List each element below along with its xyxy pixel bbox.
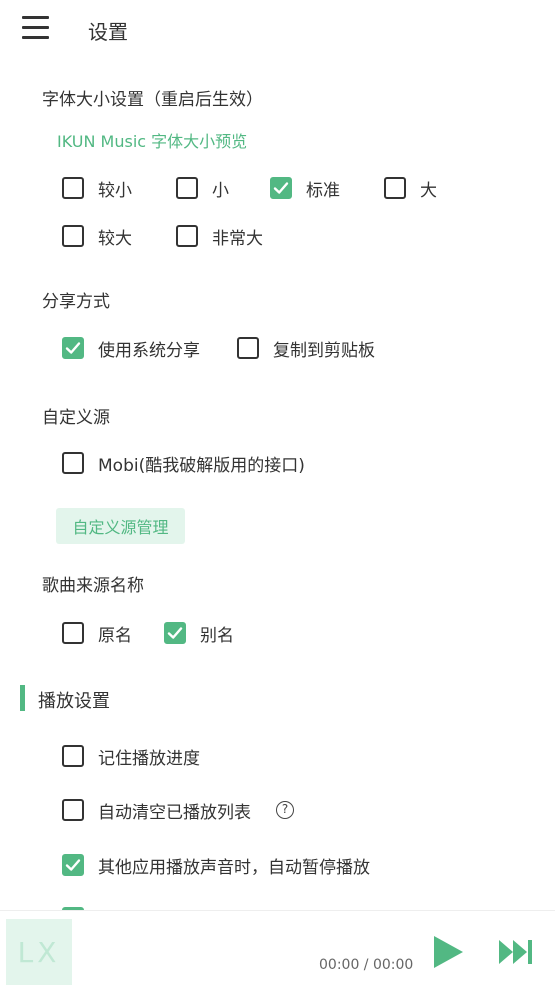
song-source-option-original[interactable]: 原名 (62, 618, 132, 648)
share-option-system[interactable]: 使用系统分享 (62, 333, 200, 363)
play-icon[interactable] (430, 933, 466, 971)
font-size-option-small[interactable]: 小 (176, 173, 229, 203)
checkbox-unchecked-icon (62, 745, 84, 767)
custom-source-section-label: 自定义源 (42, 408, 110, 428)
font-size-option-smaller[interactable]: 较小 (62, 173, 132, 203)
checkbox-label: 大 (420, 180, 437, 201)
checkbox-label: 小 (212, 180, 229, 201)
font-size-preview-text: IKUN Music 字体大小预览 (57, 132, 248, 151)
custom-source-manage-button[interactable]: 自定义源管理 (56, 508, 185, 544)
share-section-label: 分享方式 (42, 292, 110, 312)
checkbox-checked-icon (62, 854, 84, 876)
playback-option-auto-pause[interactable]: 其他应用播放声音时，自动暂停播放 (62, 850, 370, 880)
checkbox-unchecked-icon (62, 452, 84, 474)
checkbox-label: 记住播放进度 (98, 748, 200, 769)
playback-option-auto-clear-played[interactable]: 自动清空已播放列表 (62, 795, 251, 825)
checkbox-label: Mobi(酷我破解版用的接口) (98, 455, 305, 476)
checkbox-label: 非常大 (212, 228, 263, 249)
checkbox-unchecked-icon (62, 622, 84, 644)
checkbox-label: 复制到剪贴板 (273, 340, 375, 361)
page-title: 设置 (88, 20, 128, 44)
checkbox-label: 较小 (98, 180, 132, 201)
playback-group-title: 播放设置 (38, 691, 110, 712)
next-track-icon[interactable] (497, 937, 535, 967)
checkbox-checked-icon (62, 337, 84, 359)
checkbox-unchecked-icon (237, 337, 259, 359)
playback-option-remember-progress[interactable]: 记住播放进度 (62, 741, 200, 771)
settings-content[interactable]: 字体大小设置（重启后生效） IKUN Music 字体大小预览 较小 小 标准 … (0, 58, 555, 910)
font-size-option-standard[interactable]: 标准 (270, 173, 340, 203)
checkbox-unchecked-icon (176, 225, 198, 247)
checkbox-label: 使用系统分享 (98, 340, 200, 361)
checkbox-unchecked-icon (62, 177, 84, 199)
playback-group-marker (20, 685, 25, 711)
share-option-clipboard[interactable]: 复制到剪贴板 (237, 333, 375, 363)
checkbox-label: 原名 (98, 625, 132, 646)
checkbox-unchecked-icon (62, 225, 84, 247)
song-source-option-alias[interactable]: 别名 (164, 618, 234, 648)
checkbox-unchecked-icon (62, 799, 84, 821)
app-header: 设置 (0, 0, 555, 58)
checkbox-label: 其他应用播放声音时，自动暂停播放 (98, 857, 370, 878)
checkbox-unchecked-icon (384, 177, 406, 199)
playback-option-partial[interactable] (62, 903, 98, 910)
font-size-option-large[interactable]: 大 (384, 173, 437, 203)
menu-icon[interactable] (22, 16, 50, 40)
font-size-section-label: 字体大小设置（重启后生效） (42, 90, 263, 110)
checkbox-unchecked-icon (176, 177, 198, 199)
checkbox-checked-icon (270, 177, 292, 199)
font-size-option-very-large[interactable]: 非常大 (176, 221, 263, 251)
checkbox-label: 别名 (200, 625, 234, 646)
font-size-option-larger[interactable]: 较大 (62, 221, 132, 251)
checkbox-checked-icon (164, 622, 186, 644)
song-source-name-section-label: 歌曲来源名称 (42, 576, 144, 596)
help-icon[interactable]: ? (276, 801, 294, 819)
checkbox-label: 标准 (306, 180, 340, 201)
checkbox-label: 自动清空已播放列表 (98, 802, 251, 823)
checkbox-label: 较大 (98, 228, 132, 249)
playback-time: 00:00 / 00:00 (319, 957, 414, 973)
custom-source-option-mobi[interactable]: Mobi(酷我破解版用的接口) (62, 448, 305, 478)
album-cover[interactable]: LX (6, 919, 72, 985)
player-bar: LX 00:00 / 00:00 (0, 910, 555, 985)
